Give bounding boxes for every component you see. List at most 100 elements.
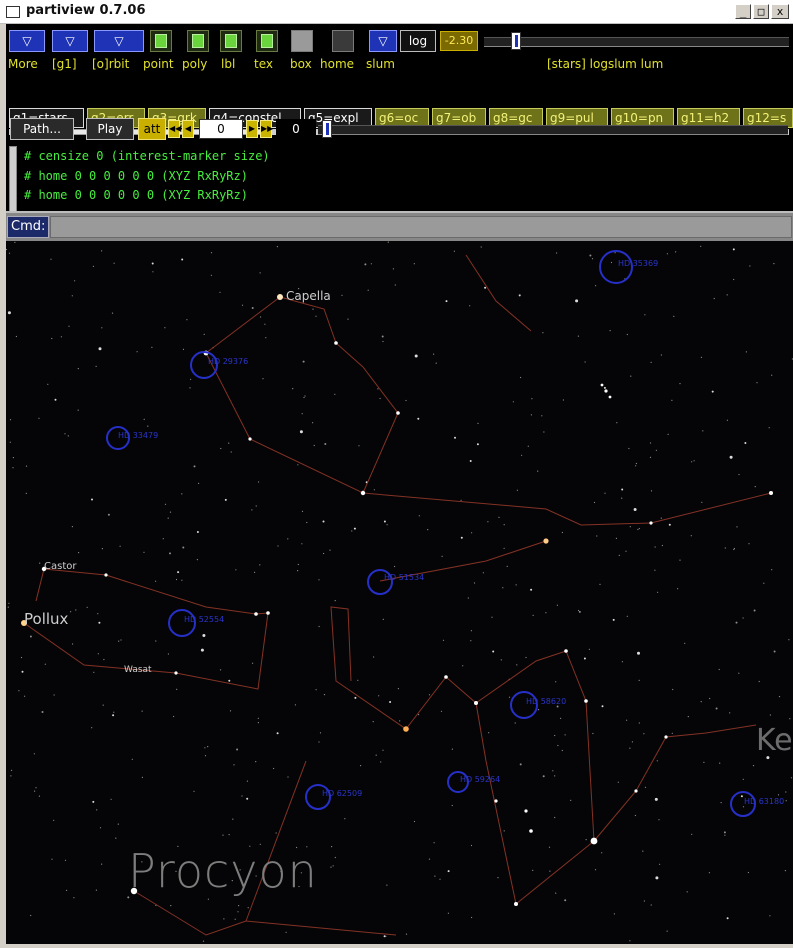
playback-slider-handle[interactable] — [322, 120, 332, 138]
background-star — [297, 563, 299, 566]
background-star — [260, 316, 262, 318]
background-star — [790, 777, 793, 779]
background-star — [658, 819, 660, 821]
background-star — [143, 551, 145, 553]
background-star — [405, 933, 408, 935]
background-star — [21, 670, 24, 673]
bright-star — [590, 837, 598, 845]
slum-slider-track[interactable] — [484, 37, 789, 47]
background-star — [259, 272, 261, 274]
background-star — [318, 741, 320, 743]
bright-star — [604, 389, 608, 393]
background-star — [18, 690, 20, 692]
background-star — [635, 462, 638, 465]
background-star — [193, 790, 195, 792]
background-star — [560, 717, 562, 719]
background-star — [392, 268, 394, 270]
background-star — [784, 870, 787, 872]
background-star — [724, 547, 726, 549]
background-star — [113, 262, 115, 264]
background-star — [25, 465, 28, 467]
background-star — [318, 579, 320, 581]
background-star — [732, 248, 735, 251]
orbit-toggle-button[interactable]: ▽ — [94, 30, 144, 52]
background-star — [556, 252, 558, 254]
background-star — [12, 457, 14, 459]
background-star — [101, 250, 103, 252]
last-frame-button[interactable]: ▶▶ — [260, 120, 273, 138]
background-star — [44, 663, 46, 665]
background-star — [7, 606, 9, 608]
minimize-button[interactable]: _ — [735, 4, 751, 19]
background-star — [596, 535, 598, 537]
play-button[interactable]: Play — [86, 118, 134, 140]
prev-frame-button[interactable]: ◀ — [182, 120, 194, 138]
background-star — [561, 531, 564, 534]
log-toggle-button[interactable]: log — [400, 30, 436, 52]
background-star — [467, 597, 469, 599]
box-toggle[interactable] — [291, 30, 313, 52]
background-star — [334, 600, 336, 602]
next-frame-button[interactable]: ▶ — [246, 120, 258, 138]
background-star — [152, 271, 154, 273]
background-star — [488, 732, 490, 734]
background-star — [232, 818, 234, 820]
background-star — [351, 530, 353, 532]
background-star — [322, 520, 325, 523]
maximize-button[interactable]: □ — [753, 4, 769, 19]
bright-star — [600, 383, 604, 387]
background-star — [733, 548, 735, 551]
background-star — [181, 579, 183, 581]
sky-view[interactable]: Capella Castor Pollux Wasat HD 35369 HD … — [6, 241, 793, 944]
path-button[interactable]: Path... — [10, 118, 74, 140]
background-star — [167, 653, 169, 655]
more-toggle-button[interactable]: ▽ — [9, 30, 45, 52]
interest-markers — [106, 250, 756, 817]
background-star — [638, 722, 640, 724]
background-star — [428, 858, 431, 860]
background-star — [527, 445, 529, 447]
slum-slider-handle[interactable] — [511, 32, 522, 50]
background-star — [729, 455, 733, 459]
background-star — [196, 559, 198, 561]
background-star — [287, 776, 289, 778]
background-star — [726, 917, 729, 920]
background-star — [224, 498, 227, 501]
first-frame-button[interactable]: ◀◀ — [168, 120, 181, 138]
playback-slider-track[interactable] — [318, 125, 788, 135]
background-star — [687, 716, 689, 718]
att-button[interactable]: att — [138, 118, 166, 140]
background-star — [650, 361, 652, 363]
background-star — [530, 414, 533, 416]
background-star — [769, 915, 771, 917]
slum-value-field[interactable]: -2.30 — [440, 31, 478, 51]
poly-toggle[interactable] — [187, 30, 209, 52]
background-star — [554, 775, 556, 777]
background-star — [98, 347, 102, 351]
texture-toggle[interactable] — [256, 30, 278, 52]
label-toggle[interactable] — [220, 30, 242, 52]
background-star — [173, 715, 175, 718]
slum-toggle-button[interactable]: ▽ — [369, 30, 397, 52]
home-toggle[interactable] — [332, 30, 354, 52]
background-star — [235, 569, 237, 571]
command-input[interactable] — [50, 216, 792, 238]
background-star — [207, 746, 209, 748]
background-star — [769, 714, 772, 716]
background-star — [378, 695, 380, 697]
background-star — [251, 509, 253, 511]
background-star — [491, 616, 493, 618]
group-toggle-button[interactable]: ▽ — [52, 30, 88, 52]
background-star — [237, 911, 239, 913]
point-toggle[interactable] — [150, 30, 172, 52]
home-label: home — [320, 57, 355, 71]
background-star — [498, 516, 500, 518]
background-star — [629, 747, 631, 749]
background-star — [532, 869, 534, 872]
frame-field[interactable]: 0 — [199, 119, 243, 139]
background-star — [15, 335, 17, 338]
background-star — [554, 734, 556, 737]
background-star — [72, 643, 74, 645]
close-button[interactable]: x — [771, 4, 789, 19]
background-star — [666, 930, 668, 932]
